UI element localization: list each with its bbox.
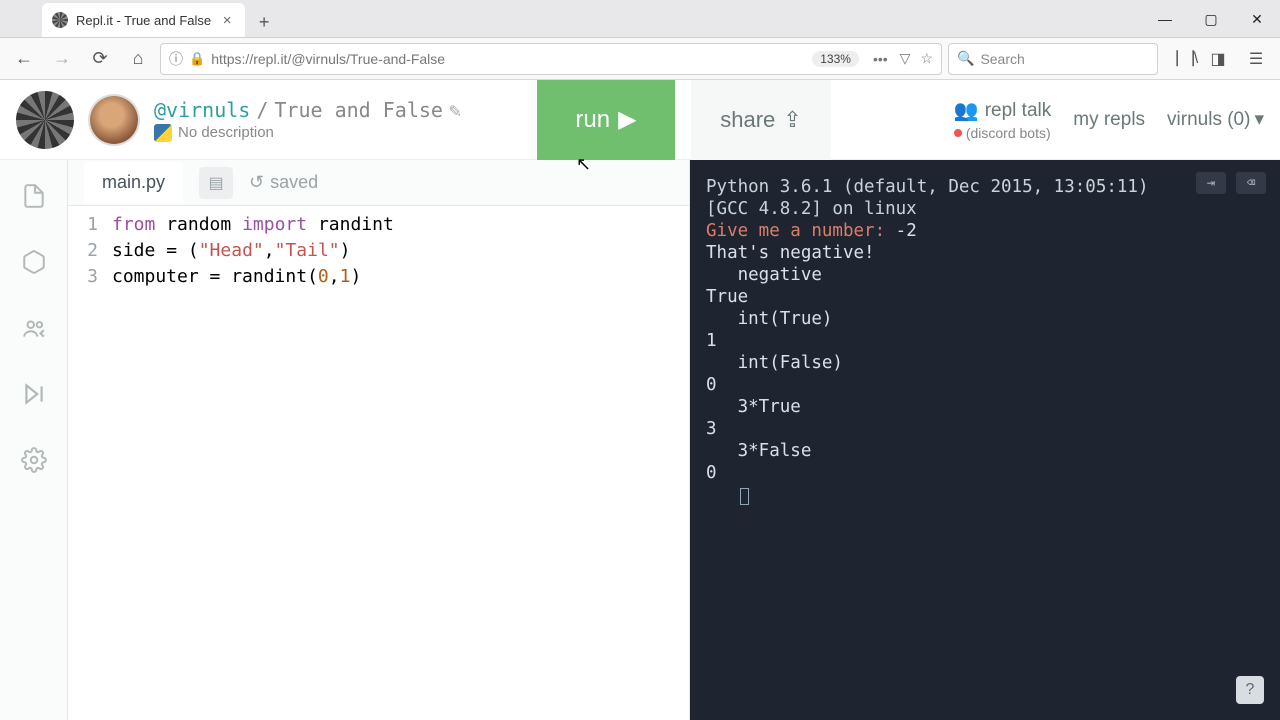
repl-owner: @virnuls <box>154 98 250 122</box>
bookmark-icon[interactable]: ☆ <box>920 50 933 67</box>
status-dot-icon <box>954 129 962 137</box>
browser-tab-strip: Repl.it - True and False × + — ▢ ✕ <box>0 0 1280 38</box>
browser-tab[interactable]: Repl.it - True and False × <box>42 3 245 37</box>
repl-input-line: int(False) <box>706 352 1264 374</box>
sidebar-icon[interactable]: ◨ <box>1202 43 1234 75</box>
terminal-pane[interactable]: ⇥ ⌫ Python 3.6.1 (default, Dec 2015, 13:… <box>690 160 1280 720</box>
zoom-badge[interactable]: 133% <box>812 51 859 67</box>
python-version: Python 3.6.1 (default, Dec 2015, 13:05:1… <box>706 176 1264 198</box>
format-icon[interactable]: ▤ <box>199 167 233 199</box>
user-avatar[interactable] <box>90 96 138 144</box>
tab-title: Repl.it - True and False <box>76 13 211 28</box>
editor-tab-bar: main.py ▤ ↺ saved <box>68 160 689 206</box>
repl-input-line: negative <box>706 264 1264 286</box>
new-tab-button[interactable]: + <box>249 7 279 37</box>
repl-input-line: 3*True <box>706 396 1264 418</box>
repl-header: @virnuls/True and False ✎ No description… <box>0 80 1280 160</box>
home-button[interactable]: ⌂ <box>122 43 154 75</box>
terminal-popout-icon[interactable]: ⇥ <box>1196 172 1226 194</box>
repl-name: True and False <box>274 98 443 122</box>
history-icon: ↺ <box>249 172 264 193</box>
search-box[interactable]: 🔍 Search <box>948 43 1158 75</box>
repl-description: No description <box>154 124 461 142</box>
share-button[interactable]: share ⇪ <box>691 80 831 160</box>
packages-icon[interactable] <box>18 246 50 278</box>
save-status: ↺ saved <box>249 172 318 193</box>
search-icon: 🔍 <box>957 50 974 67</box>
gutter: 1 2 3 <box>68 212 112 720</box>
discord-status[interactable]: (discord bots) <box>954 125 1051 141</box>
code-editor[interactable]: 1 2 3 from random import randintside = (… <box>68 206 689 720</box>
terminal-clear-icon[interactable]: ⌫ <box>1236 172 1266 194</box>
edit-icon[interactable]: ✎ <box>449 98 461 122</box>
help-button[interactable]: ? <box>1236 676 1264 704</box>
user-menu[interactable]: virnuls (0) ▾ <box>1167 108 1264 131</box>
repl-output-line: 0 <box>706 462 1264 484</box>
python-icon <box>154 124 172 142</box>
tab-close-icon[interactable]: × <box>219 12 235 28</box>
forward-button[interactable]: → <box>46 43 78 75</box>
debugger-icon[interactable] <box>18 378 50 410</box>
main-area: main.py ▤ ↺ saved 1 2 3 from random impo… <box>0 160 1280 720</box>
repl-output-line: 1 <box>706 330 1264 352</box>
talk-icon: 👥 <box>954 98 979 123</box>
multiplayer-icon[interactable] <box>18 312 50 344</box>
gcc-version: [GCC 4.8.2] on linux <box>706 198 1264 220</box>
lock-icon: 🔒 <box>189 51 205 67</box>
repl-input-line: int(True) <box>706 308 1264 330</box>
window-controls: — ▢ ✕ <box>1142 0 1280 38</box>
repl-output-line: 3 <box>706 418 1264 440</box>
more-icon[interactable]: ••• <box>873 51 888 67</box>
tab-favicon <box>52 12 68 28</box>
terminal-tools: ⇥ ⌫ <box>1196 172 1266 194</box>
window-close-button[interactable]: ✕ <box>1234 0 1280 38</box>
info-icon: ⓘ <box>169 49 183 69</box>
repl-input-line: 3*False <box>706 440 1264 462</box>
back-button[interactable]: ← <box>8 43 40 75</box>
program-prompt-line: Give me a number: -2 <box>706 220 1264 242</box>
my-repls-link[interactable]: my repls <box>1073 109 1145 131</box>
repl-title-block: @virnuls/True and False ✎ No description <box>154 98 461 142</box>
share-icon: ⇪ <box>783 107 801 133</box>
window-minimize-button[interactable]: — <box>1142 0 1188 38</box>
repl-title[interactable]: @virnuls/True and False ✎ <box>154 98 461 122</box>
code-content: from random import randintside = ("Head"… <box>112 212 394 720</box>
repl-cursor-line <box>706 484 1264 506</box>
play-icon: ▶ <box>618 105 636 134</box>
pocket-icon[interactable]: ▽ <box>900 50 911 67</box>
search-placeholder: Search <box>980 51 1024 67</box>
header-right: 👥 repl talk (discord bots) my repls virn… <box>954 98 1264 141</box>
settings-icon[interactable] <box>18 444 50 476</box>
repl-talk-link[interactable]: 👥 repl talk <box>954 98 1051 123</box>
window-maximize-button[interactable]: ▢ <box>1188 0 1234 38</box>
url-box[interactable]: ⓘ 🔒 https://repl.it/@virnuls/True-and-Fa… <box>160 43 942 75</box>
menu-icon[interactable]: ☰ <box>1240 43 1272 75</box>
file-tab-main[interactable]: main.py <box>84 162 183 203</box>
url-text: https://repl.it/@virnuls/True-and-False <box>211 51 445 67</box>
repl-output-line: True <box>706 286 1264 308</box>
files-icon[interactable] <box>18 180 50 212</box>
run-button[interactable]: run ▶ <box>537 80 675 160</box>
editor-pane: main.py ▤ ↺ saved 1 2 3 from random impo… <box>68 160 690 720</box>
left-sidebar <box>0 160 68 720</box>
library-icon[interactable]: ⎹⎹\ <box>1164 43 1196 75</box>
program-output: That's negative! <box>706 242 1264 264</box>
chevron-down-icon: ▾ <box>1254 108 1264 131</box>
address-bar: ← → ⟳ ⌂ ⓘ 🔒 https://repl.it/@virnuls/Tru… <box>0 38 1280 80</box>
reload-button[interactable]: ⟳ <box>84 43 116 75</box>
repl-output-line: 0 <box>706 374 1264 396</box>
replit-logo[interactable] <box>16 91 74 149</box>
